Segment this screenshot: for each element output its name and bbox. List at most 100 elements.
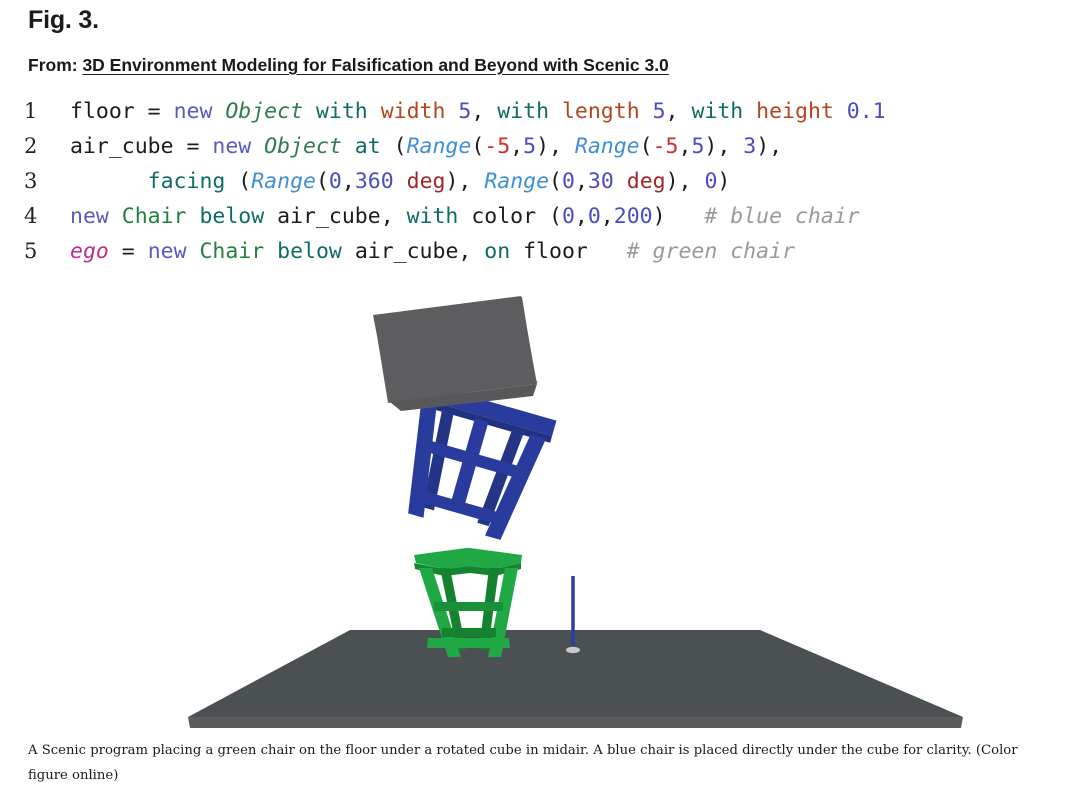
code-token-num: 0: [562, 169, 575, 194]
code-token-spec: with: [691, 99, 744, 124]
from-label: From:: [28, 55, 78, 75]
code-token-spec: facing: [147, 169, 226, 194]
code-token-plain: (: [639, 134, 653, 159]
code-line: 5 ego = new Chair below air_cube, on floo…: [24, 234, 1054, 269]
code-token-prop: height: [756, 99, 834, 124]
code-token-plain: floor =: [70, 99, 174, 124]
figure-caption: A Scenic program placing a green chair o…: [28, 743, 1018, 783]
code-token-spec: on: [484, 239, 511, 264]
code-token-num: 3: [743, 134, 757, 159]
code-token-plain: (: [225, 169, 252, 194]
code-token-comment: # blue chair: [704, 204, 860, 229]
code-token-neg: -5: [652, 134, 679, 159]
code-token-num: 0: [561, 204, 575, 229]
code-line: 3 facing (Range(0,360 deg), Range(0,30 d…: [24, 164, 1054, 199]
code-token-num: 200: [613, 204, 653, 229]
air-cube-face-main: [373, 296, 537, 402]
code-token-num: 360: [354, 169, 394, 194]
code-token-type: Object: [264, 134, 342, 159]
code-token-range: Range: [251, 169, 316, 194]
code-token-plain: ,: [678, 134, 692, 159]
code-token-comment: # green chair: [626, 239, 795, 264]
code-token-spec: with: [497, 99, 550, 124]
floor-front-edge: [188, 717, 963, 728]
code-token-plain: ,: [471, 99, 498, 124]
code-token-plain: (: [549, 169, 562, 194]
code-token-range: Range: [406, 134, 472, 159]
code-listing: 1 floor = new Object with width 5, with l…: [24, 94, 1054, 269]
ego-marker-base: [566, 646, 580, 654]
code-token-plain: ),: [445, 169, 485, 194]
green-chair-stretcher-lower: [442, 628, 496, 637]
code-line-number: 1: [24, 99, 38, 123]
code-token-plain: (: [315, 169, 329, 194]
code-line-number: 3: [24, 169, 38, 193]
code-token-plain: air_cube,: [264, 204, 407, 229]
code-token-plain: color (: [458, 204, 562, 229]
code-line-number: 2: [24, 134, 38, 158]
code-token-deg: deg: [626, 169, 666, 194]
code-token-ego: ego: [70, 239, 109, 264]
code-line-number: 4: [24, 204, 38, 228]
figure-image: [0, 280, 1071, 730]
code-token-num: 5: [652, 99, 666, 124]
code-token-plain: ),: [756, 134, 783, 159]
code-token-plain: floor: [510, 239, 627, 264]
code-line: 4 new Chair below air_cube, with color (0…: [24, 199, 1054, 234]
code-token-plain: (: [471, 134, 485, 159]
code-token-kw: new: [147, 239, 200, 264]
code-token-kw: new: [212, 134, 265, 159]
code-token-plain: ): [717, 169, 731, 194]
code-token-plain: ,: [574, 204, 588, 229]
code-token-plain: air_cube,: [341, 239, 485, 264]
code-token-plain: ,: [510, 134, 524, 159]
code-line: 2 air_cube = new Object at (Range(-5,5), …: [24, 129, 1054, 164]
code-token-plain: ,: [574, 169, 588, 194]
page-title: Fig. 3.: [28, 6, 99, 34]
code-token-plain: ),: [665, 169, 705, 194]
scene-svg: [0, 280, 1071, 730]
green-chair-rail-front: [427, 638, 510, 648]
code-token-spec: below: [199, 204, 265, 229]
code-token-range: Range: [574, 134, 640, 159]
code-token-prop: width: [380, 99, 446, 124]
code-token-plain: (: [380, 134, 407, 159]
code-token-plain: ,: [600, 204, 614, 229]
code-token-plain: air_cube =: [70, 134, 213, 159]
code-token-plain: ,: [341, 169, 355, 194]
code-token-num: 5: [523, 134, 537, 159]
code-token-spec: with: [315, 99, 368, 124]
source-title-link[interactable]: 3D Environment Modeling for Falsificatio…: [82, 55, 668, 75]
source-line: From: 3D Environment Modeling for Falsif…: [28, 55, 669, 76]
code-line: 1 floor = new Object with width 5, with l…: [24, 94, 1054, 129]
code-token-kw: new: [70, 204, 122, 229]
code-token-num: 5: [691, 134, 705, 159]
code-token-plain: ): [652, 204, 705, 229]
code-token-plain: ),: [704, 134, 744, 159]
code-token-plain: ,: [665, 99, 692, 124]
code-token-num: 0: [328, 169, 342, 194]
code-token-spec: with: [406, 204, 459, 229]
code-token-num: 30: [587, 169, 614, 194]
code-token-plain: =: [108, 239, 148, 264]
code-token-class: Chair: [121, 204, 187, 229]
code-token-spec: at: [354, 134, 381, 159]
code-token-neg: -5: [484, 134, 511, 159]
code-token-num: 5: [458, 99, 472, 124]
figure-page: Fig. 3. From: 3D Environment Modeling fo…: [0, 0, 1071, 791]
code-token-num: 0.1: [846, 99, 886, 124]
green-chair-stretcher-upper: [434, 602, 503, 611]
